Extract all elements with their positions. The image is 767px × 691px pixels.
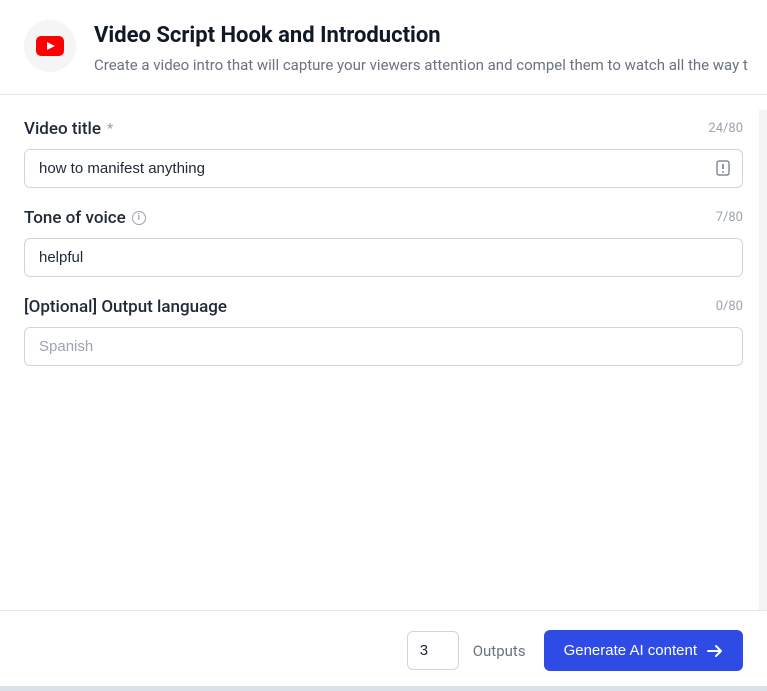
language-label: [Optional] Output language xyxy=(24,297,227,317)
language-label-text: [Optional] Output language xyxy=(24,297,227,317)
generate-button-label: Generate AI content xyxy=(564,642,697,659)
youtube-icon-circle xyxy=(24,20,76,72)
header-text: Video Script Hook and Introduction Creat… xyxy=(94,20,748,76)
label-row: Video title * 24/80 xyxy=(24,119,743,139)
youtube-icon xyxy=(36,36,64,56)
tone-counter: 7/80 xyxy=(716,210,743,225)
outputs-input[interactable] xyxy=(407,631,459,670)
video-title-label-text: Video title xyxy=(24,119,101,139)
tone-label-text: Tone of voice xyxy=(24,208,126,228)
tone-label: Tone of voice i xyxy=(24,208,146,228)
bottom-strip xyxy=(0,686,767,691)
video-title-counter: 24/80 xyxy=(708,121,743,136)
input-status-icon xyxy=(715,160,731,176)
info-icon[interactable]: i xyxy=(132,211,146,225)
page-title: Video Script Hook and Introduction xyxy=(94,22,748,51)
video-title-field-group: Video title * 24/80 xyxy=(24,119,743,188)
required-asterisk: * xyxy=(107,121,113,137)
page-header: Video Script Hook and Introduction Creat… xyxy=(0,0,767,94)
video-title-input[interactable] xyxy=(24,149,743,188)
label-row: [Optional] Output language 0/80 xyxy=(24,297,743,317)
language-counter: 0/80 xyxy=(716,299,743,314)
language-input[interactable] xyxy=(24,327,743,366)
arrow-right-icon xyxy=(707,644,723,658)
outputs-group: Outputs xyxy=(407,631,526,670)
generate-button[interactable]: Generate AI content xyxy=(544,630,743,671)
scrollbar[interactable] xyxy=(759,110,767,611)
footer-divider xyxy=(0,610,767,611)
outputs-label: Outputs xyxy=(473,642,526,660)
form-area: Video title * 24/80 Tone of voice i 7/80 xyxy=(0,94,767,410)
video-title-label: Video title * xyxy=(24,119,113,139)
tone-input[interactable] xyxy=(24,238,743,277)
footer: Outputs Generate AI content xyxy=(407,630,743,671)
input-wrapper xyxy=(24,149,743,188)
language-field-group: [Optional] Output language 0/80 xyxy=(24,297,743,366)
page-subtitle: Create a video intro that will capture y… xyxy=(94,55,748,76)
tone-field-group: Tone of voice i 7/80 xyxy=(24,208,743,277)
label-row: Tone of voice i 7/80 xyxy=(24,208,743,228)
